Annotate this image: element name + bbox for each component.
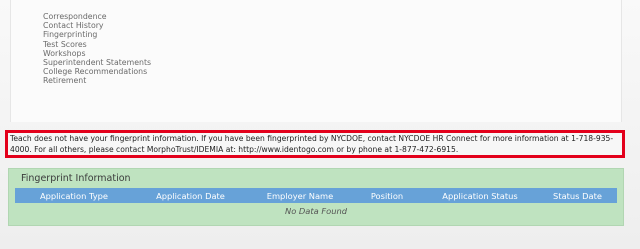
nav-item-retirement[interactable]: Retirement — [43, 76, 151, 85]
fingerprint-information-section: Fingerprint Information Application Type… — [8, 168, 624, 226]
nav-item-superintendent-statements[interactable]: Superintendent Statements — [43, 58, 151, 67]
column-employer-name[interactable]: Employer Name — [248, 188, 352, 203]
table-header-row: Application Type Application Date Employ… — [15, 188, 617, 203]
fingerprint-table: Application Type Application Date Employ… — [15, 188, 617, 219]
no-data-message: No Data Found — [285, 206, 347, 216]
column-position[interactable]: Position — [352, 188, 422, 203]
left-nav-list: Correspondence Contact History Fingerpri… — [43, 12, 151, 86]
column-status-date[interactable]: Status Date — [538, 188, 617, 203]
fingerprint-notice: Teach does not have your fingerprint inf… — [10, 134, 614, 154]
section-title: Fingerprint Information — [21, 173, 131, 184]
nav-item-fingerprinting[interactable]: Fingerprinting — [43, 30, 151, 39]
column-application-type[interactable]: Application Type — [15, 188, 133, 203]
page: Correspondence Contact History Fingerpri… — [0, 0, 640, 249]
nav-item-test-scores[interactable]: Test Scores — [43, 40, 151, 49]
column-application-status[interactable]: Application Status — [422, 188, 538, 203]
nav-item-correspondence[interactable]: Correspondence — [43, 12, 151, 21]
nav-item-college-recommendations[interactable]: College Recommendations — [43, 67, 151, 76]
table-row: No Data Found — [15, 203, 617, 219]
nav-item-workshops[interactable]: Workshops — [43, 49, 151, 58]
left-nav-panel: Correspondence Contact History Fingerpri… — [10, 0, 622, 122]
column-application-date[interactable]: Application Date — [133, 188, 248, 203]
nav-item-contact-history[interactable]: Contact History — [43, 21, 151, 30]
